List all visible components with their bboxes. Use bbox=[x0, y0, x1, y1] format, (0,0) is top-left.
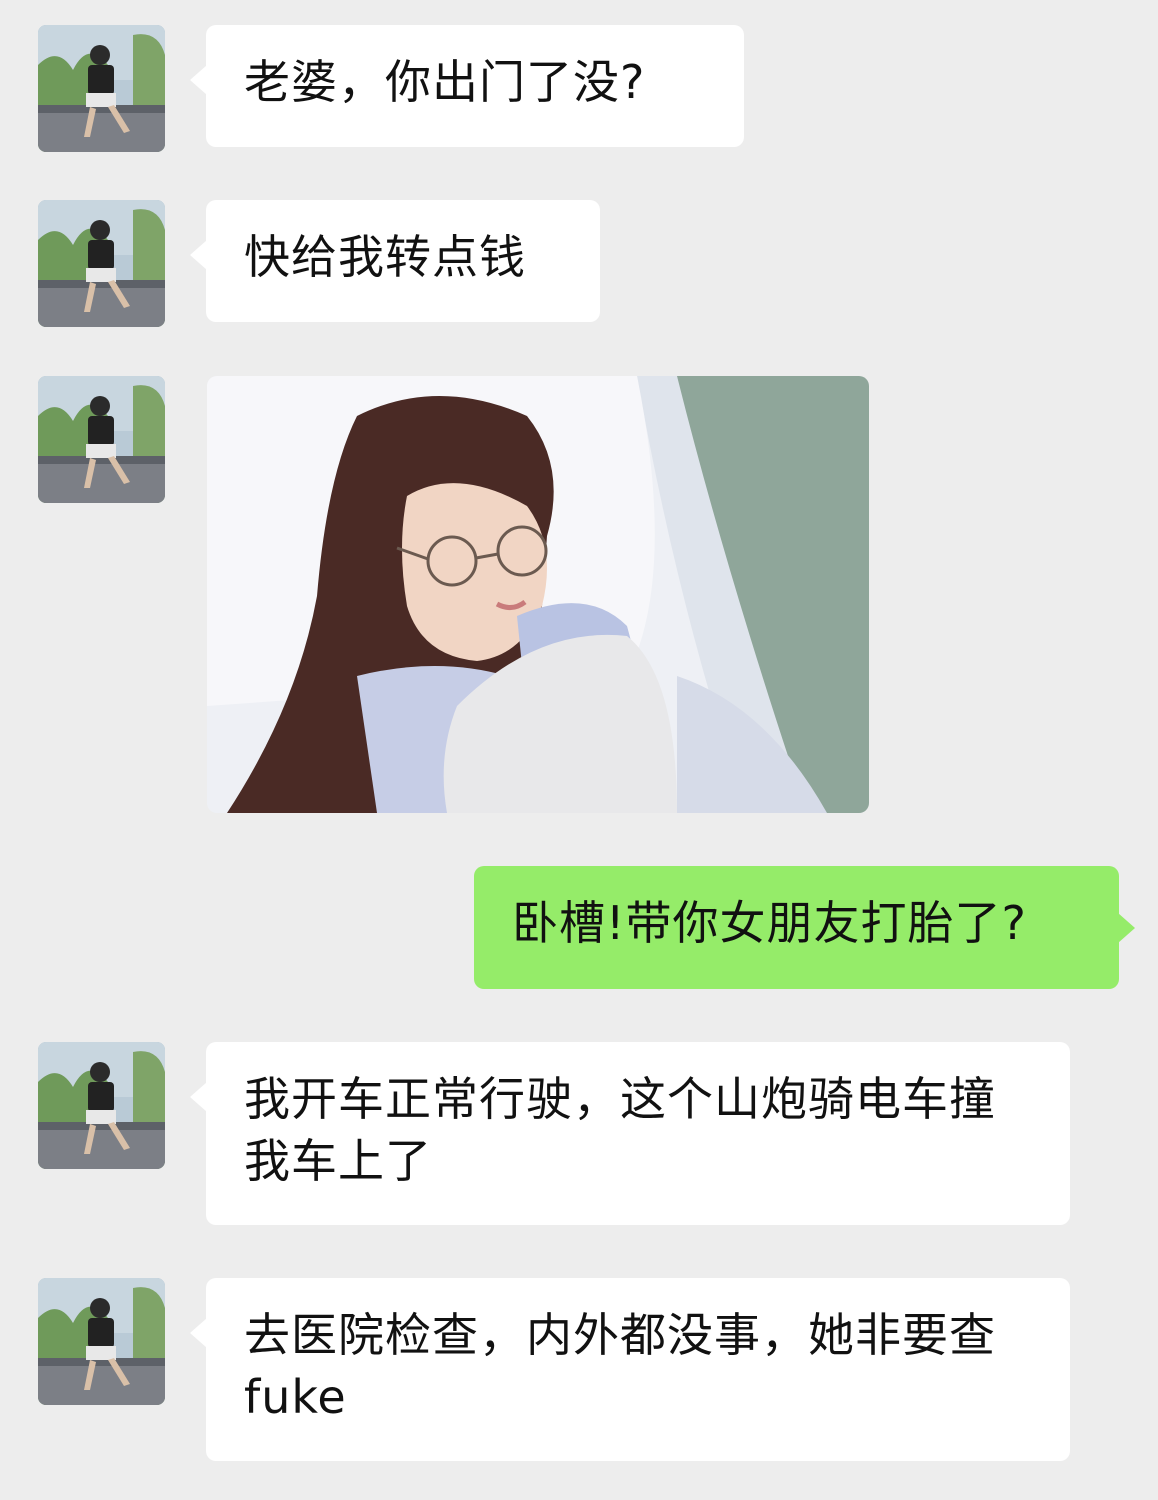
message-bubble-incoming[interactable]: 老婆，你出门了没? bbox=[190, 25, 744, 147]
message-image[interactable] bbox=[207, 376, 869, 813]
chat-window: 老婆，你出门了没? 快给我转点钱 卧槽!带你女朋友打胎了? 我开车正常行驶，这个… bbox=[0, 0, 1158, 1500]
contact-avatar[interactable] bbox=[38, 25, 165, 152]
message-bubble-outgoing[interactable]: 卧槽!带你女朋友打胎了? bbox=[474, 866, 1135, 989]
message-bubble-incoming[interactable]: 我开车正常行驶，这个山炮骑电车撞我车上了 bbox=[190, 1042, 1070, 1225]
contact-avatar[interactable] bbox=[38, 376, 165, 503]
message-text: 老婆，你出门了没? bbox=[244, 55, 646, 109]
message-text: 我开车正常行驶，这个山炮骑电车撞我车上了 bbox=[244, 1072, 996, 1188]
message-text: 卧槽!带你女朋友打胎了? bbox=[512, 896, 1027, 950]
contact-avatar[interactable] bbox=[38, 1278, 165, 1405]
avatar-photo-man-sitting-icon bbox=[38, 376, 165, 503]
message-bubble-incoming[interactable]: 去医院检查，内外都没事，她非要查fuke bbox=[190, 1278, 1070, 1461]
contact-avatar[interactable] bbox=[38, 1042, 165, 1169]
avatar-photo-man-sitting-icon bbox=[38, 200, 165, 327]
message-text: 去医院检查，内外都没事，她非要查fuke bbox=[244, 1308, 996, 1424]
avatar-photo-man-sitting-icon bbox=[38, 25, 165, 152]
avatar-photo-man-sitting-icon bbox=[38, 1278, 165, 1405]
contact-avatar[interactable] bbox=[38, 200, 165, 327]
message-bubble-incoming[interactable]: 快给我转点钱 bbox=[190, 200, 600, 322]
avatar-photo-man-sitting-icon bbox=[38, 1042, 165, 1169]
photo-woman-lying-in-bed-icon bbox=[207, 376, 869, 813]
message-text: 快给我转点钱 bbox=[244, 230, 526, 284]
